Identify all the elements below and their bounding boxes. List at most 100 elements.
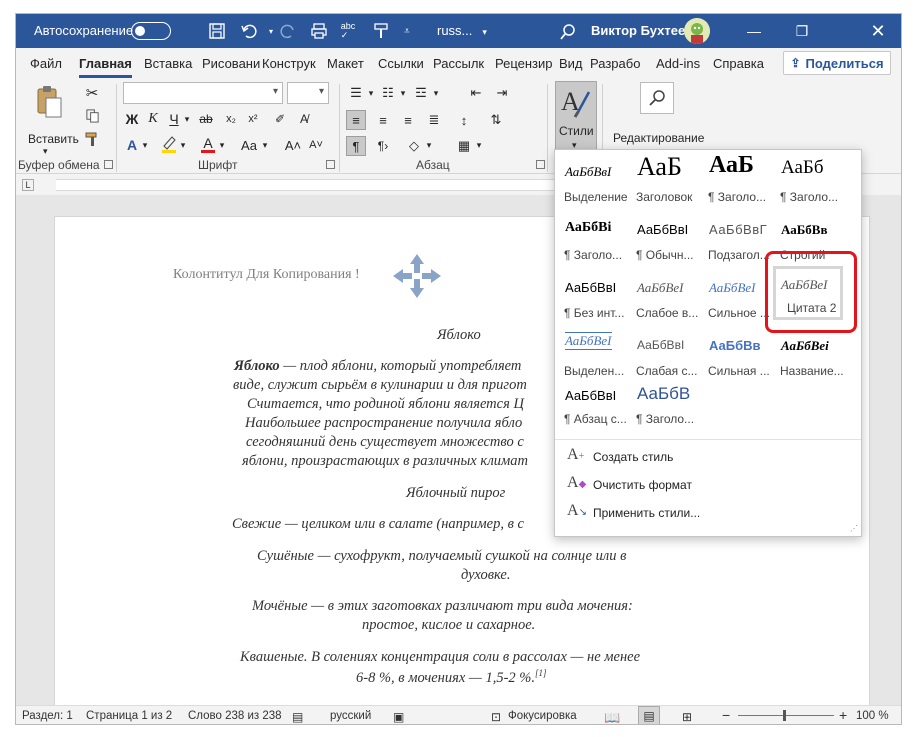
status-language[interactable]: русский [330, 710, 371, 722]
save-icon[interactable] [206, 20, 228, 42]
clear-format-item[interactable]: Очистить формат [593, 478, 692, 492]
cut-icon[interactable]: ✂ [83, 84, 101, 102]
avatar[interactable] [684, 18, 710, 44]
apply-styles-item[interactable]: Применить стили... [593, 506, 700, 520]
doc-line[interactable]: Квашеные. В солениях концентрация соли в… [240, 649, 640, 666]
shading-icon[interactable]: ◇ [404, 136, 424, 156]
tab-review[interactable]: Рецензир [495, 56, 553, 71]
borders-icon[interactable]: ▦ [454, 136, 474, 156]
tab-home[interactable]: Главная [79, 56, 132, 78]
style-title[interactable]: АаБ Заголовок [629, 152, 701, 208]
proofing-icon[interactable]: ▤ [292, 710, 303, 724]
align-center-icon[interactable]: ≡ [373, 110, 393, 130]
highlight-color-icon[interactable] [160, 134, 178, 154]
line-spacing-icon[interactable]: ↕ [454, 110, 474, 130]
align-left-icon[interactable]: ≡ [346, 110, 366, 130]
status-zoom[interactable]: 100 % [856, 710, 889, 722]
style-heading3[interactable]: АаБбВі ¶ Заголо... [557, 210, 629, 266]
zoom-out-button[interactable]: − [722, 707, 730, 723]
doc-line[interactable]: Наибольшее распространение получила ябло [245, 415, 522, 432]
paste-icon[interactable] [34, 84, 64, 120]
style-subtle-reference[interactable]: АаБбВвІ Слабая с... [629, 326, 701, 382]
show-marks-icon[interactable]: ¶ [346, 136, 366, 156]
minimize-icon[interactable]: — [738, 18, 770, 44]
font-launcher-icon[interactable] [326, 160, 335, 169]
numbering-icon[interactable]: ☷ [378, 84, 398, 102]
restore-icon[interactable]: ❐ [786, 18, 818, 44]
doc-line[interactable]: Мочёные — в этих заготовках различают тр… [252, 598, 633, 615]
tab-design[interactable]: Конструк [262, 56, 316, 71]
focus-icon[interactable]: ⊡ [491, 710, 501, 724]
footnote-ref[interactable]: [1] [535, 668, 547, 678]
doc-line[interactable]: сегодняшний день существует множество с [246, 434, 524, 451]
search-icon[interactable] [557, 21, 579, 43]
zoom-in-button[interactable]: + [839, 707, 847, 723]
zoom-slider-thumb[interactable] [783, 710, 786, 721]
document-title[interactable]: russ... ▾ [437, 23, 487, 38]
style-heading4[interactable]: АаБбВ ¶ Заголо... [629, 384, 701, 440]
close-icon[interactable]: ✕ [862, 18, 894, 44]
status-page[interactable]: Страница 1 из 2 [86, 710, 172, 722]
doc-line[interactable]: Свежие — целиком или в салате (например,… [232, 516, 524, 533]
format-painter-icon[interactable] [83, 130, 101, 148]
style-subtle-emphasis[interactable]: АаБбВеІ Слабое в... [629, 268, 701, 324]
style-list-paragraph[interactable]: АаБбВвІ ¶ Абзац с... [557, 384, 629, 440]
style-normal[interactable]: АаБбВвІ ¶ Обычн... [629, 210, 701, 266]
chevron-down-icon[interactable]: ▾ [260, 138, 270, 152]
multilevel-list-icon[interactable]: ☲ [411, 84, 431, 102]
italic-icon[interactable]: К [145, 110, 161, 128]
style-no-spacing[interactable]: АаБбВвІ ¶ Без инт... [557, 268, 629, 324]
increase-indent-icon[interactable]: ⇥ [492, 84, 512, 102]
doc-line[interactable]: виде, служит сырьём в кулинарии и для пр… [233, 377, 527, 394]
tab-draw[interactable]: Рисовани [202, 56, 260, 71]
doc-title[interactable]: Яблоко [437, 327, 481, 344]
style-emphasis[interactable]: АаБбВвI Выделение [557, 152, 629, 208]
font-color-icon[interactable]: A [199, 134, 217, 154]
redo-icon[interactable] [277, 20, 299, 42]
doc-heading[interactable]: Яблочный пирог [406, 485, 505, 502]
bold-icon[interactable]: Ж [124, 110, 140, 128]
shrink-font-icon[interactable]: A˅ [307, 136, 325, 154]
change-case-icon[interactable]: Aa [238, 136, 260, 154]
doc-line[interactable]: 6-8 %, в мочениях — 1,5-2 %.[1] [356, 668, 547, 687]
tab-help[interactable]: Справка [713, 56, 764, 71]
move-handle-icon[interactable] [393, 254, 441, 303]
subscript-icon[interactable]: x₂ [222, 110, 240, 128]
tab-layout[interactable]: Макет [327, 56, 364, 71]
chevron-down-icon[interactable]: ▾ [474, 138, 484, 152]
align-right-icon[interactable]: ≡ [398, 110, 418, 130]
tab-developer[interactable]: Разрабо [590, 56, 640, 71]
find-icon[interactable] [640, 82, 674, 114]
accessibility-icon[interactable]: ▣ [393, 710, 404, 724]
status-focus[interactable]: Фокусировка [508, 710, 577, 722]
spelling-icon[interactable]: abc ✓ [337, 20, 359, 42]
font-size-combo[interactable]: ▾ [287, 82, 329, 104]
style-heading2[interactable]: АаБб ¶ Заголо... [773, 152, 845, 208]
tab-insert[interactable]: Вставка [144, 56, 192, 71]
zoom-slider[interactable] [738, 715, 834, 716]
status-section[interactable]: Раздел: 1 [22, 710, 73, 722]
style-heading1[interactable]: АаБ ¶ Заголо... [701, 152, 773, 208]
strikethrough-icon[interactable]: ab [198, 110, 214, 128]
autosave-toggle[interactable] [131, 22, 171, 40]
text-direction-icon[interactable]: ¶› [373, 136, 393, 156]
doc-line[interactable]: Сушёные — сухофрукт, получаемый сушкой н… [257, 548, 626, 565]
style-intense-reference[interactable]: АаБбВв Сильная ... [701, 326, 773, 382]
editing-label[interactable]: Редактирование [613, 131, 704, 145]
print-layout-icon[interactable]: ▤ [638, 706, 660, 724]
chevron-down-icon[interactable]: ▾ [431, 86, 441, 100]
create-style-item[interactable]: Создать стиль [593, 450, 673, 464]
doc-line[interactable]: простое, кислое и сахарное. [362, 617, 535, 634]
copy-icon[interactable] [83, 106, 101, 124]
superscript-icon[interactable]: x² [244, 110, 262, 128]
doc-line[interactable]: Считается, что родиной яблони является Ц [247, 396, 524, 413]
text-effects-icon[interactable]: ✐ [271, 110, 289, 128]
tab-view[interactable]: Вид [559, 56, 583, 71]
user-name[interactable]: Виктор Бухтеев [591, 23, 693, 38]
tab-file[interactable]: Файл [30, 56, 62, 71]
resize-grip-icon[interactable]: ⋰ [850, 524, 858, 533]
doc-line[interactable]: Яблоко — плод яблони, который употребляе… [234, 358, 521, 375]
chevron-down-icon[interactable]: ▾ [217, 138, 227, 152]
bullets-icon[interactable]: ☰ [346, 84, 366, 102]
justify-icon[interactable]: ≣ [424, 110, 444, 130]
